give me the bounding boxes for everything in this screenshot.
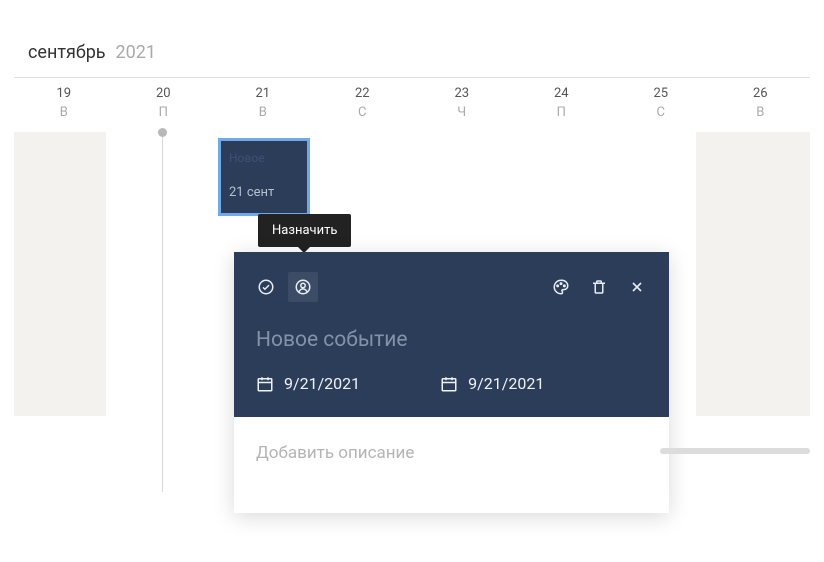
tooltip-label: Назначить (272, 223, 337, 238)
calendar-icon (440, 375, 458, 393)
horizontal-scrollbar[interactable] (660, 448, 810, 454)
day-number: 19 (14, 86, 114, 101)
day-of-week: П (114, 105, 214, 120)
start-date-field[interactable]: 9/21/2021 (256, 374, 360, 393)
day-number: 25 (611, 86, 711, 101)
day-column[interactable]: 19 В (14, 86, 114, 120)
day-column[interactable]: 20 П (114, 86, 214, 120)
assign-tooltip: Назначить (258, 214, 351, 247)
calendar-header: сентябрь 2021 (14, 0, 810, 78)
day-column[interactable]: 22 С (313, 86, 413, 120)
day-of-week: В (711, 105, 811, 120)
day-number: 22 (313, 86, 413, 101)
end-date-field[interactable]: 9/21/2021 (440, 374, 544, 393)
close-icon[interactable] (627, 277, 647, 297)
year-label: 2021 (116, 42, 156, 63)
day-number: 26 (711, 86, 811, 101)
end-date-value: 9/21/2021 (468, 374, 544, 393)
timeline-background (14, 132, 106, 416)
event-chip-date: 21 сент (229, 185, 299, 200)
day-of-week: Ч (412, 105, 512, 120)
day-column[interactable]: 23 Ч (412, 86, 512, 120)
day-of-week: П (512, 105, 612, 120)
day-of-week: С (313, 105, 413, 120)
days-row: 19 В 20 П 21 В 22 С 23 Ч 24 П 25 С 26 В (0, 78, 824, 120)
day-number: 23 (412, 86, 512, 101)
day-number: 24 (512, 86, 612, 101)
date-row: 9/21/2021 9/21/2021 (256, 374, 647, 393)
popover-toolbar (256, 272, 647, 302)
event-chip-title: Новое (229, 151, 299, 165)
timeline-area[interactable]: Новое 21 сент Назначить (14, 124, 810, 484)
assign-icon[interactable] (288, 272, 318, 302)
today-dot (158, 128, 167, 137)
calendar-icon (256, 375, 274, 393)
event-title[interactable]: Новое событие (256, 328, 647, 352)
event-chip[interactable]: Новое 21 сент (218, 138, 310, 216)
day-of-week: С (611, 105, 711, 120)
day-number: 21 (213, 86, 313, 101)
popover-header: Новое событие 9/21/2021 9/21/2021 (234, 252, 669, 417)
event-popover: Новое событие 9/21/2021 9/21/2021 (234, 252, 669, 513)
day-of-week: В (14, 105, 114, 120)
month-label: сентябрь (28, 42, 106, 63)
complete-icon[interactable] (256, 277, 276, 297)
start-date-value: 9/21/2021 (284, 374, 360, 393)
trash-icon[interactable] (589, 277, 609, 297)
day-number: 20 (114, 86, 214, 101)
palette-icon[interactable] (551, 277, 571, 297)
day-column[interactable]: 21 В (213, 86, 313, 120)
day-column[interactable]: 26 В (711, 86, 811, 120)
description-input[interactable] (256, 443, 647, 463)
day-column[interactable]: 25 С (611, 86, 711, 120)
timeline-background (696, 132, 810, 416)
day-of-week: В (213, 105, 313, 120)
today-line (162, 132, 163, 492)
day-column[interactable]: 24 П (512, 86, 612, 120)
popover-body (234, 417, 669, 513)
